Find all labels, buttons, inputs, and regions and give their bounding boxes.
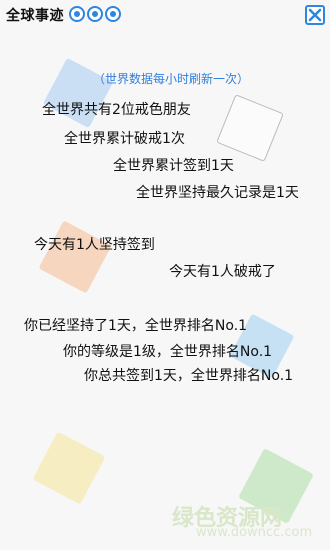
close-icon <box>308 8 322 22</box>
watermark-en: www.downcc.com <box>196 525 313 540</box>
decorative-square-orange <box>38 220 112 294</box>
pager-dots <box>69 6 121 22</box>
stat-total-breaks: 全世界累计破戒1次 <box>64 131 185 147</box>
header: 全球事迹 <box>0 0 330 32</box>
decorative-square-outline <box>216 94 284 162</box>
stat-today-breaks: 今天有1人破戒了 <box>169 264 276 280</box>
stat-longest-record: 全世界坚持最久记录是1天 <box>136 185 299 201</box>
decorative-square-yellow <box>32 431 106 505</box>
stat-today-checkins: 今天有1人坚持签到 <box>34 237 155 253</box>
pager-dot-2[interactable] <box>87 6 103 22</box>
close-button[interactable] <box>305 5 325 25</box>
stat-your-streak: 你已经坚持了1天，全世界排名No.1 <box>24 318 248 334</box>
stat-total-friends: 全世界共有2位戒色朋友 <box>42 102 191 118</box>
stat-total-checkins: 全世界累计签到1天 <box>113 158 234 174</box>
pager-dot-3[interactable] <box>105 6 121 22</box>
page-title: 全球事迹 <box>6 8 64 24</box>
refresh-note: （世界数据每小时刷新一次） <box>93 72 250 86</box>
stat-your-checkins: 你总共签到1天，全世界排名No.1 <box>84 368 294 384</box>
watermark: 绿色资源网 www.downcc.com <box>172 500 312 540</box>
global-stats-screen: 全球事迹 （世界数据每小时刷新一次） 全世界共有2位戒色朋友 全世界累计破戒1次… <box>0 0 330 550</box>
stat-your-level: 你的等级是1级，全世界排名No.1 <box>63 344 273 360</box>
pager-dot-1[interactable] <box>69 6 85 22</box>
